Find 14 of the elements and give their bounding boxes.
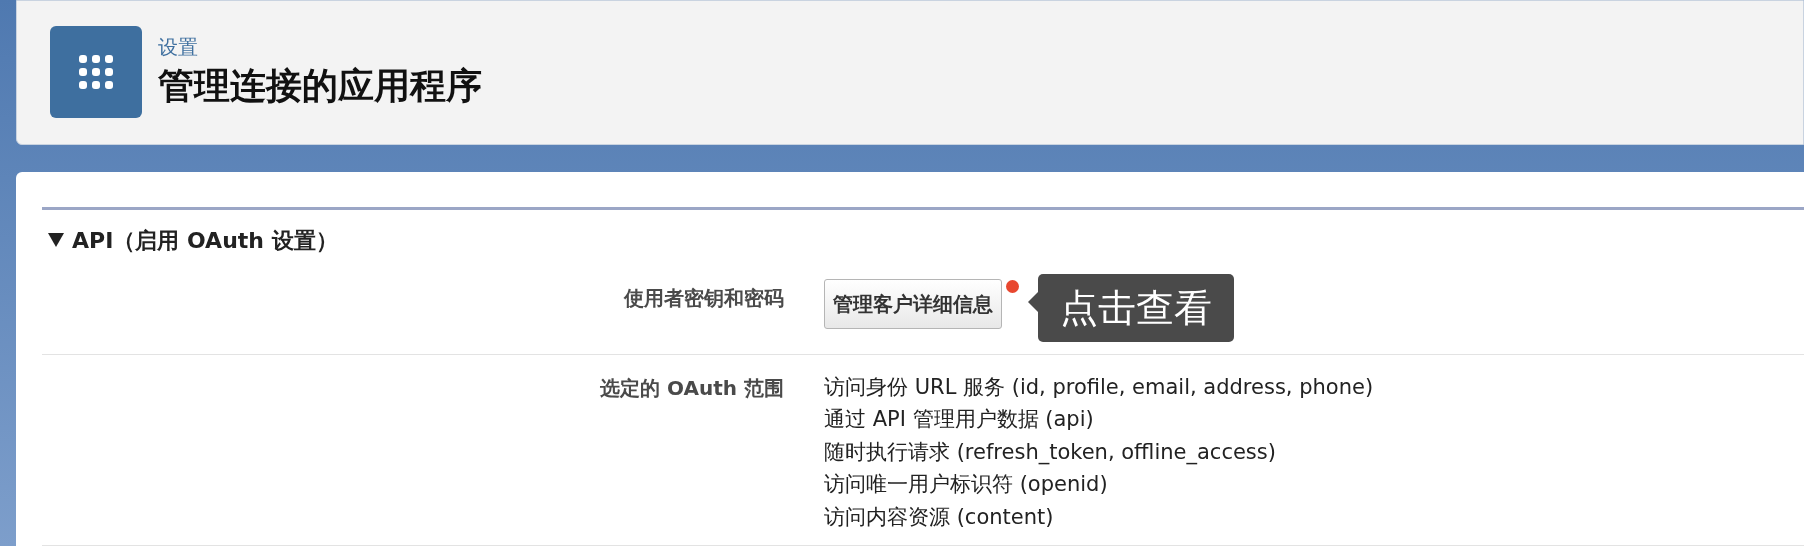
scope-item: 随时执行请求 (refresh_token, offline_access) (824, 438, 1277, 467)
page-title: 管理连接的应用程序 (158, 64, 482, 109)
tooltip: 点击查看 (1038, 273, 1234, 342)
breadcrumb-link[interactable]: 设置 (158, 33, 482, 62)
scope-item: 访问内容资源 (content) (824, 503, 1055, 531)
field-label: 选定的 OAuth 范围 (599, 374, 784, 402)
scope-item: 访问唯一用户标识符 (openid) (824, 471, 1109, 498)
collapse-triangle-icon[interactable] (48, 233, 64, 247)
manage-details-button[interactable]: 管理客户详细信息 (824, 278, 1002, 329)
scope-item: 访问身份 URL 服务 (id, profile, email, address, phone) (824, 373, 1375, 401)
app-grid-icon (50, 26, 142, 119)
field-label: 使用者密钥和密码 (623, 284, 784, 312)
scope-item: 通过 API 管理用户数据 (api) (824, 406, 1095, 433)
section-title: API（启用 OAuth 设置） (72, 226, 338, 255)
